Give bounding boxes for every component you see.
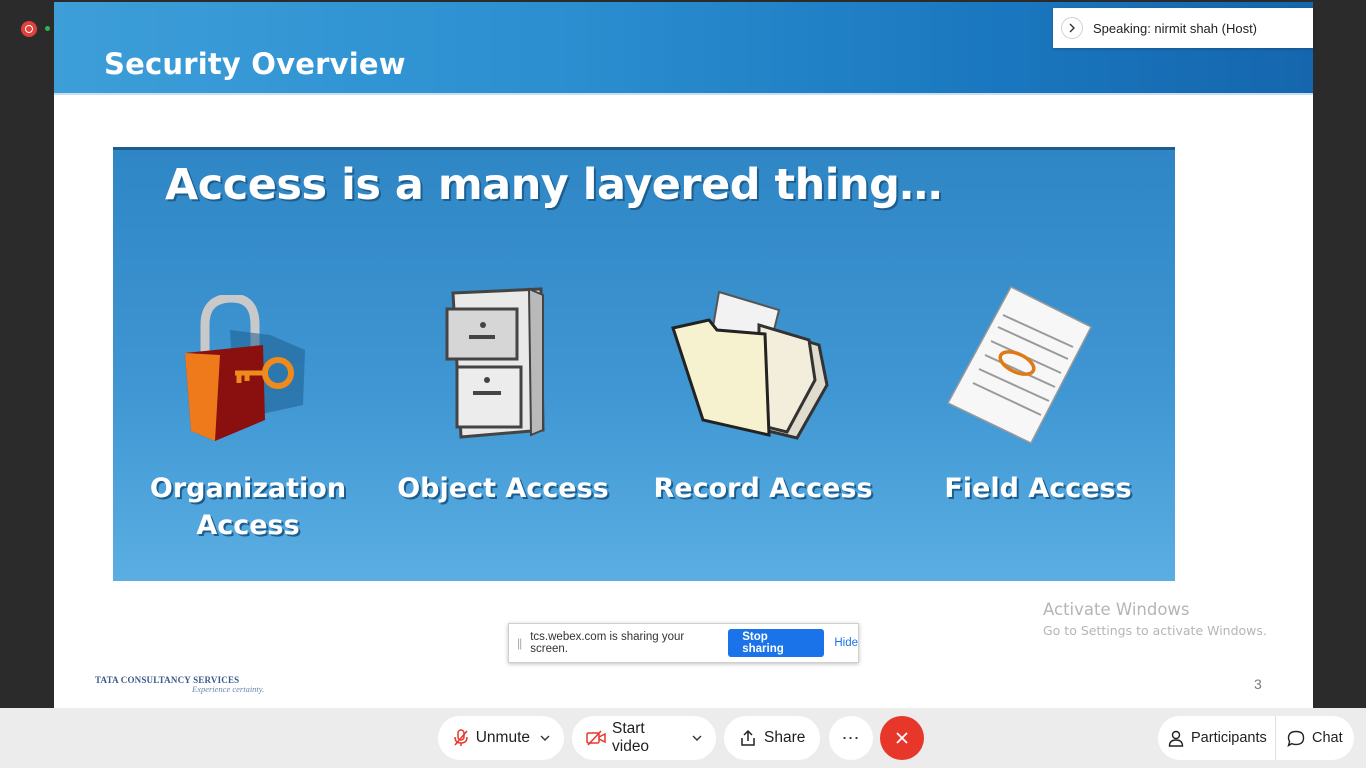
unmute-label: Unmute (475, 729, 530, 746)
filing-cabinet-icon (445, 287, 545, 439)
expand-chevron-icon[interactable] (1061, 17, 1083, 39)
more-options-button[interactable]: ⋯ (829, 716, 873, 760)
chat-button[interactable]: Chat (1276, 716, 1343, 760)
person-icon (1168, 730, 1184, 747)
organization-access-label: Organization Access (149, 473, 347, 541)
participants-button[interactable]: Participants (1158, 716, 1276, 760)
access-banner-image: Access is a many layered thing… Organiza… (113, 147, 1175, 581)
status-dot (45, 26, 50, 31)
unmute-button[interactable]: Unmute (438, 716, 564, 760)
chevron-down-icon[interactable] (692, 735, 702, 741)
share-upload-icon (738, 728, 758, 748)
activate-windows-watermark: Activate Windows Go to Settings to activ… (1043, 600, 1267, 638)
chat-label: Chat (1312, 730, 1343, 746)
object-access-label: Object Access (397, 473, 609, 504)
folder-records-icon (671, 290, 829, 440)
chevron-down-icon[interactable] (540, 735, 550, 741)
speaking-text: Speaking: nirmit shah (Host) (1093, 20, 1258, 36)
drag-handle-icon[interactable]: || (517, 636, 522, 650)
field-access-label: Field Access (944, 473, 1132, 504)
share-label: Share (764, 729, 806, 746)
close-icon (896, 732, 908, 744)
slide-title: Security Overview (104, 47, 406, 81)
chat-bubble-icon (1287, 730, 1305, 747)
stop-sharing-button[interactable]: Stop sharing (728, 629, 825, 657)
padlock-key-icon (185, 295, 305, 441)
start-video-button[interactable]: Start video (572, 716, 716, 760)
slide-page-number: 3 (1254, 676, 1262, 692)
participants-label: Participants (1191, 730, 1267, 746)
hide-notice-link[interactable]: Hide (834, 637, 858, 649)
share-button[interactable]: Share (724, 716, 820, 760)
document-field-icon (946, 286, 1093, 444)
screen-share-notice: || tcs.webex.com is sharing your screen.… (508, 623, 859, 663)
end-call-button[interactable] (880, 716, 924, 760)
muted-microphone-icon (452, 728, 470, 748)
speaking-indicator: Speaking: nirmit shah (Host) (1053, 8, 1313, 48)
start-video-label: Start video (612, 720, 650, 755)
recording-indicator (21, 21, 37, 37)
banner-heading: Access is a many layered thing… (165, 160, 942, 210)
share-notice-message: tcs.webex.com is sharing your screen. (530, 631, 685, 655)
panel-controls: Participants Chat (1158, 716, 1354, 760)
record-access-label: Record Access (653, 473, 873, 504)
video-off-icon (586, 728, 606, 748)
tcs-logo: TATA CONSULTANCY SERVICES Experience cer… (95, 675, 265, 694)
